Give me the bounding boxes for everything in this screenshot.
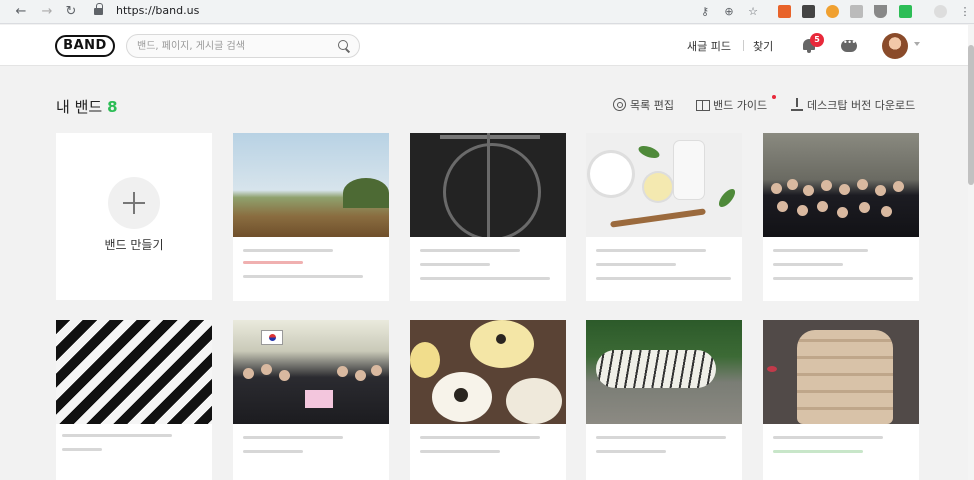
avatar[interactable]: [882, 33, 908, 59]
extension-icon[interactable]: [826, 5, 839, 18]
profile-icon[interactable]: [934, 5, 947, 18]
lock-icon: [94, 3, 103, 16]
band-card[interactable]: [56, 320, 212, 480]
extension-icon[interactable]: [802, 5, 815, 18]
band-guide-button[interactable]: 밴드 가이드: [713, 97, 767, 113]
create-band-card[interactable]: 밴드 만들기: [56, 133, 212, 300]
band-cover-image: [56, 320, 212, 424]
band-card[interactable]: [233, 320, 389, 480]
url-text: https://band.us: [116, 4, 200, 17]
notification-badge: 5: [810, 33, 824, 47]
extension-icon[interactable]: [850, 5, 863, 18]
band-card[interactable]: [763, 320, 919, 480]
band-info-blurred: [233, 237, 389, 299]
band-info-blurred: [763, 424, 919, 480]
band-info-blurred: [410, 424, 566, 480]
address-bar[interactable]: https://band.us: [94, 3, 678, 21]
band-count: 8: [107, 98, 118, 116]
scrollbar[interactable]: [968, 25, 974, 480]
band-info-blurred: [763, 237, 919, 299]
divider: [743, 40, 744, 51]
page-title: 내 밴드 8: [56, 96, 118, 117]
band-cover-image: [410, 133, 566, 237]
star-icon[interactable]: ☆: [746, 5, 760, 19]
download-icon[interactable]: [791, 98, 804, 111]
zoom-icon[interactable]: ⊕: [722, 5, 736, 19]
find-link[interactable]: 찾기: [753, 38, 773, 54]
band-card[interactable]: [586, 320, 742, 480]
search-icon[interactable]: [338, 40, 350, 52]
browser-toolbar: ← → ↻ https://band.us ⚷ ⊕ ☆ ⋮: [0, 0, 974, 24]
desktop-download-button[interactable]: 데스크탑 버전 다운로드: [807, 97, 915, 113]
chat-icon[interactable]: [841, 38, 857, 52]
new-feed-link[interactable]: 새글 피드: [687, 38, 731, 54]
band-card[interactable]: [586, 133, 742, 301]
band-cover-image: [586, 320, 742, 424]
gear-icon[interactable]: [613, 98, 626, 111]
key-icon[interactable]: ⚷: [698, 5, 712, 19]
app-header: BAND 새글 피드 찾기 5: [0, 25, 968, 66]
band-card[interactable]: [763, 133, 919, 301]
search-box[interactable]: [126, 34, 360, 58]
band-info-blurred: [586, 424, 742, 480]
new-dot-indicator: [772, 95, 776, 99]
band-cover-image: [410, 320, 566, 424]
band-info-blurred: [410, 237, 566, 299]
extension-icon[interactable]: [899, 5, 912, 18]
band-cover-image: [233, 320, 389, 424]
band-cover-image: [763, 320, 919, 424]
band-logo[interactable]: BAND: [55, 35, 115, 57]
extension-icon[interactable]: [778, 5, 791, 18]
band-card[interactable]: [410, 133, 566, 301]
band-info-blurred: [56, 424, 212, 480]
create-band-label: 밴드 만들기: [104, 238, 164, 252]
band-card[interactable]: [410, 320, 566, 480]
band-info-blurred: [233, 424, 389, 480]
band-card[interactable]: [233, 133, 389, 301]
reload-icon[interactable]: ↻: [62, 3, 80, 21]
band-info-blurred: [586, 237, 742, 299]
band-cover-image: [586, 133, 742, 237]
forward-arrow-icon[interactable]: →: [38, 3, 56, 21]
scroll-thumb[interactable]: [968, 45, 974, 185]
menu-icon[interactable]: ⋮: [958, 5, 972, 19]
plus-icon[interactable]: [108, 177, 160, 229]
section-title-text: 내 밴드: [56, 98, 103, 116]
book-icon[interactable]: [696, 98, 710, 111]
chevron-down-icon[interactable]: [914, 42, 920, 46]
back-arrow-icon[interactable]: ←: [12, 3, 30, 21]
band-cover-image: [233, 133, 389, 237]
extension-icon[interactable]: [874, 5, 887, 18]
search-input[interactable]: [137, 38, 332, 54]
band-cover-image: [763, 133, 919, 237]
edit-list-button[interactable]: 목록 편집: [630, 97, 674, 113]
